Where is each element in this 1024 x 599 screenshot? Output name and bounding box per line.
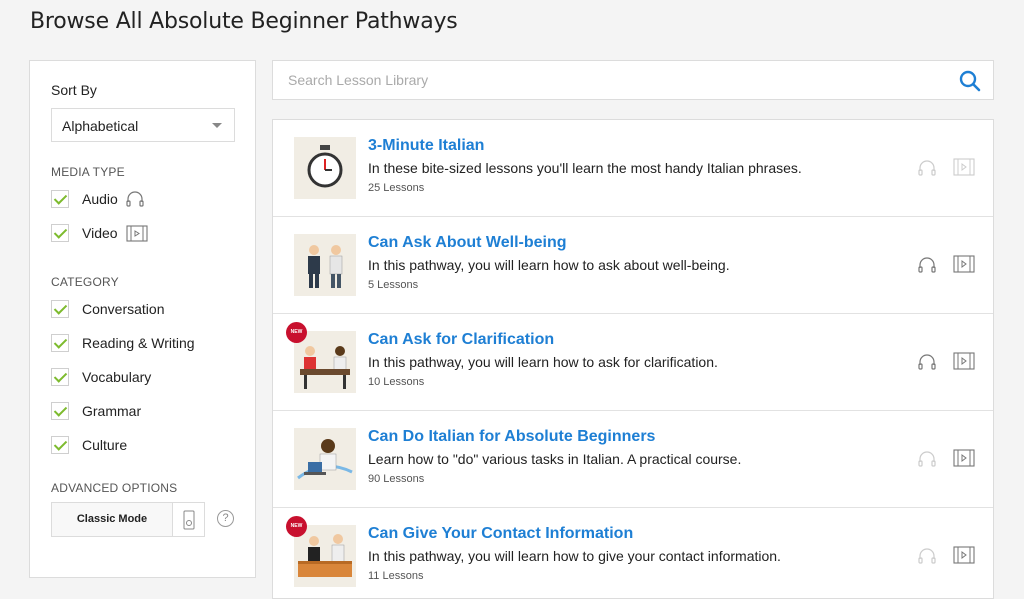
filter-audio-label: Audio — [82, 191, 118, 207]
pathway-description: In this pathway, you will learn how to a… — [368, 354, 718, 370]
page-title: Browse All Absolute Beginner Pathways — [30, 9, 458, 34]
video-icon — [953, 158, 975, 181]
filter-conversation[interactable]: Conversation — [51, 298, 165, 320]
search-bar — [272, 60, 994, 100]
pathway-description: In this pathway, you will learn how to a… — [368, 257, 730, 273]
laptop-thumbnail — [294, 428, 356, 490]
video-icon — [953, 352, 975, 375]
audio-checkbox[interactable] — [51, 190, 69, 208]
lesson-count: 5 Lessons — [368, 279, 419, 291]
headphones-icon — [918, 160, 936, 181]
filter-culture-label: Culture — [82, 437, 128, 453]
video-icon — [953, 449, 975, 472]
filter-culture[interactable]: Culture — [51, 434, 127, 456]
desk-thumbnail: NEW — [286, 516, 356, 587]
pathway-title[interactable]: Can Give Your Contact Information — [368, 525, 633, 543]
classic-mode-button[interactable]: Classic Mode — [51, 502, 205, 537]
filter-audio[interactable]: Audio — [51, 188, 144, 210]
filter-reading-writing-label: Reading & Writing — [82, 335, 195, 351]
toggle-switch-icon[interactable] — [173, 503, 204, 536]
new-badge: NEW — [286, 516, 307, 537]
pathway-row[interactable]: NEW Can Give Your Contact Information In… — [273, 508, 993, 598]
search-icon[interactable] — [959, 70, 981, 97]
video-icon — [953, 255, 975, 278]
video-checkbox[interactable] — [51, 224, 69, 242]
new-badge: NEW — [286, 322, 307, 343]
filter-grammar[interactable]: Grammar — [51, 400, 141, 422]
sort-select-value: Alphabetical — [62, 118, 139, 134]
classic-mode-label: Classic Mode — [52, 503, 173, 536]
filter-video[interactable]: Video — [51, 222, 148, 244]
advanced-options-heading: ADVANCED OPTIONS — [51, 481, 178, 495]
headphones-icon — [126, 191, 144, 207]
search-input[interactable] — [273, 61, 963, 99]
lesson-count: 11 Lessons — [368, 570, 424, 582]
pathway-row[interactable]: 3-Minute Italian In these bite-sized les… — [273, 120, 993, 217]
filter-video-label: Video — [82, 225, 118, 241]
pathway-title[interactable]: Can Ask for Clarification — [368, 331, 554, 349]
lesson-count: 25 Lessons — [368, 182, 425, 194]
filter-conversation-label: Conversation — [82, 301, 165, 317]
conversation-checkbox[interactable] — [51, 300, 69, 318]
filter-vocabulary-label: Vocabulary — [82, 369, 152, 385]
pathway-description: Learn how to "do" various tasks in Itali… — [368, 451, 742, 467]
pathway-row[interactable]: NEW Can Ask for Clarification In this pa… — [273, 314, 993, 411]
filter-vocabulary[interactable]: Vocabulary — [51, 366, 151, 388]
pathway-title[interactable]: 3-Minute Italian — [368, 137, 484, 155]
pathway-row[interactable]: Can Ask About Well-being In this pathway… — [273, 217, 993, 314]
video-icon — [126, 224, 148, 242]
headphones-icon — [918, 354, 936, 375]
lesson-count: 10 Lessons — [368, 376, 425, 388]
pathway-description: In this pathway, you will learn how to g… — [368, 548, 781, 564]
pathway-row[interactable]: Can Do Italian for Absolute Beginners Le… — [273, 411, 993, 508]
grammar-checkbox[interactable] — [51, 402, 69, 420]
meeting-thumbnail: NEW — [286, 322, 356, 393]
culture-checkbox[interactable] — [51, 436, 69, 454]
filter-sidebar: Sort By Alphabetical MEDIA TYPE Audio Vi… — [29, 60, 256, 578]
pathway-title[interactable]: Can Do Italian for Absolute Beginners — [368, 428, 655, 446]
category-heading: CATEGORY — [51, 275, 119, 289]
stopwatch-thumbnail — [294, 137, 356, 199]
chevron-down-icon — [212, 123, 222, 128]
sort-by-label: Sort By — [51, 82, 97, 98]
headphones-icon — [918, 548, 936, 569]
pathway-list: 3-Minute Italian In these bite-sized les… — [272, 119, 994, 599]
vocabulary-checkbox[interactable] — [51, 368, 69, 386]
lesson-count: 90 Lessons — [368, 473, 425, 485]
media-type-heading: MEDIA TYPE — [51, 165, 125, 179]
reading-writing-checkbox[interactable] — [51, 334, 69, 352]
headphones-icon — [918, 451, 936, 472]
filter-reading-writing[interactable]: Reading & Writing — [51, 332, 195, 354]
sort-select[interactable]: Alphabetical — [51, 108, 235, 142]
people-thumbnail — [294, 234, 356, 296]
pathway-title[interactable]: Can Ask About Well-being — [368, 234, 567, 252]
pathway-description: In these bite-sized lessons you'll learn… — [368, 160, 802, 176]
help-icon[interactable]: ? — [217, 510, 234, 527]
video-icon — [953, 546, 975, 569]
headphones-icon — [918, 257, 936, 278]
filter-grammar-label: Grammar — [82, 403, 142, 419]
